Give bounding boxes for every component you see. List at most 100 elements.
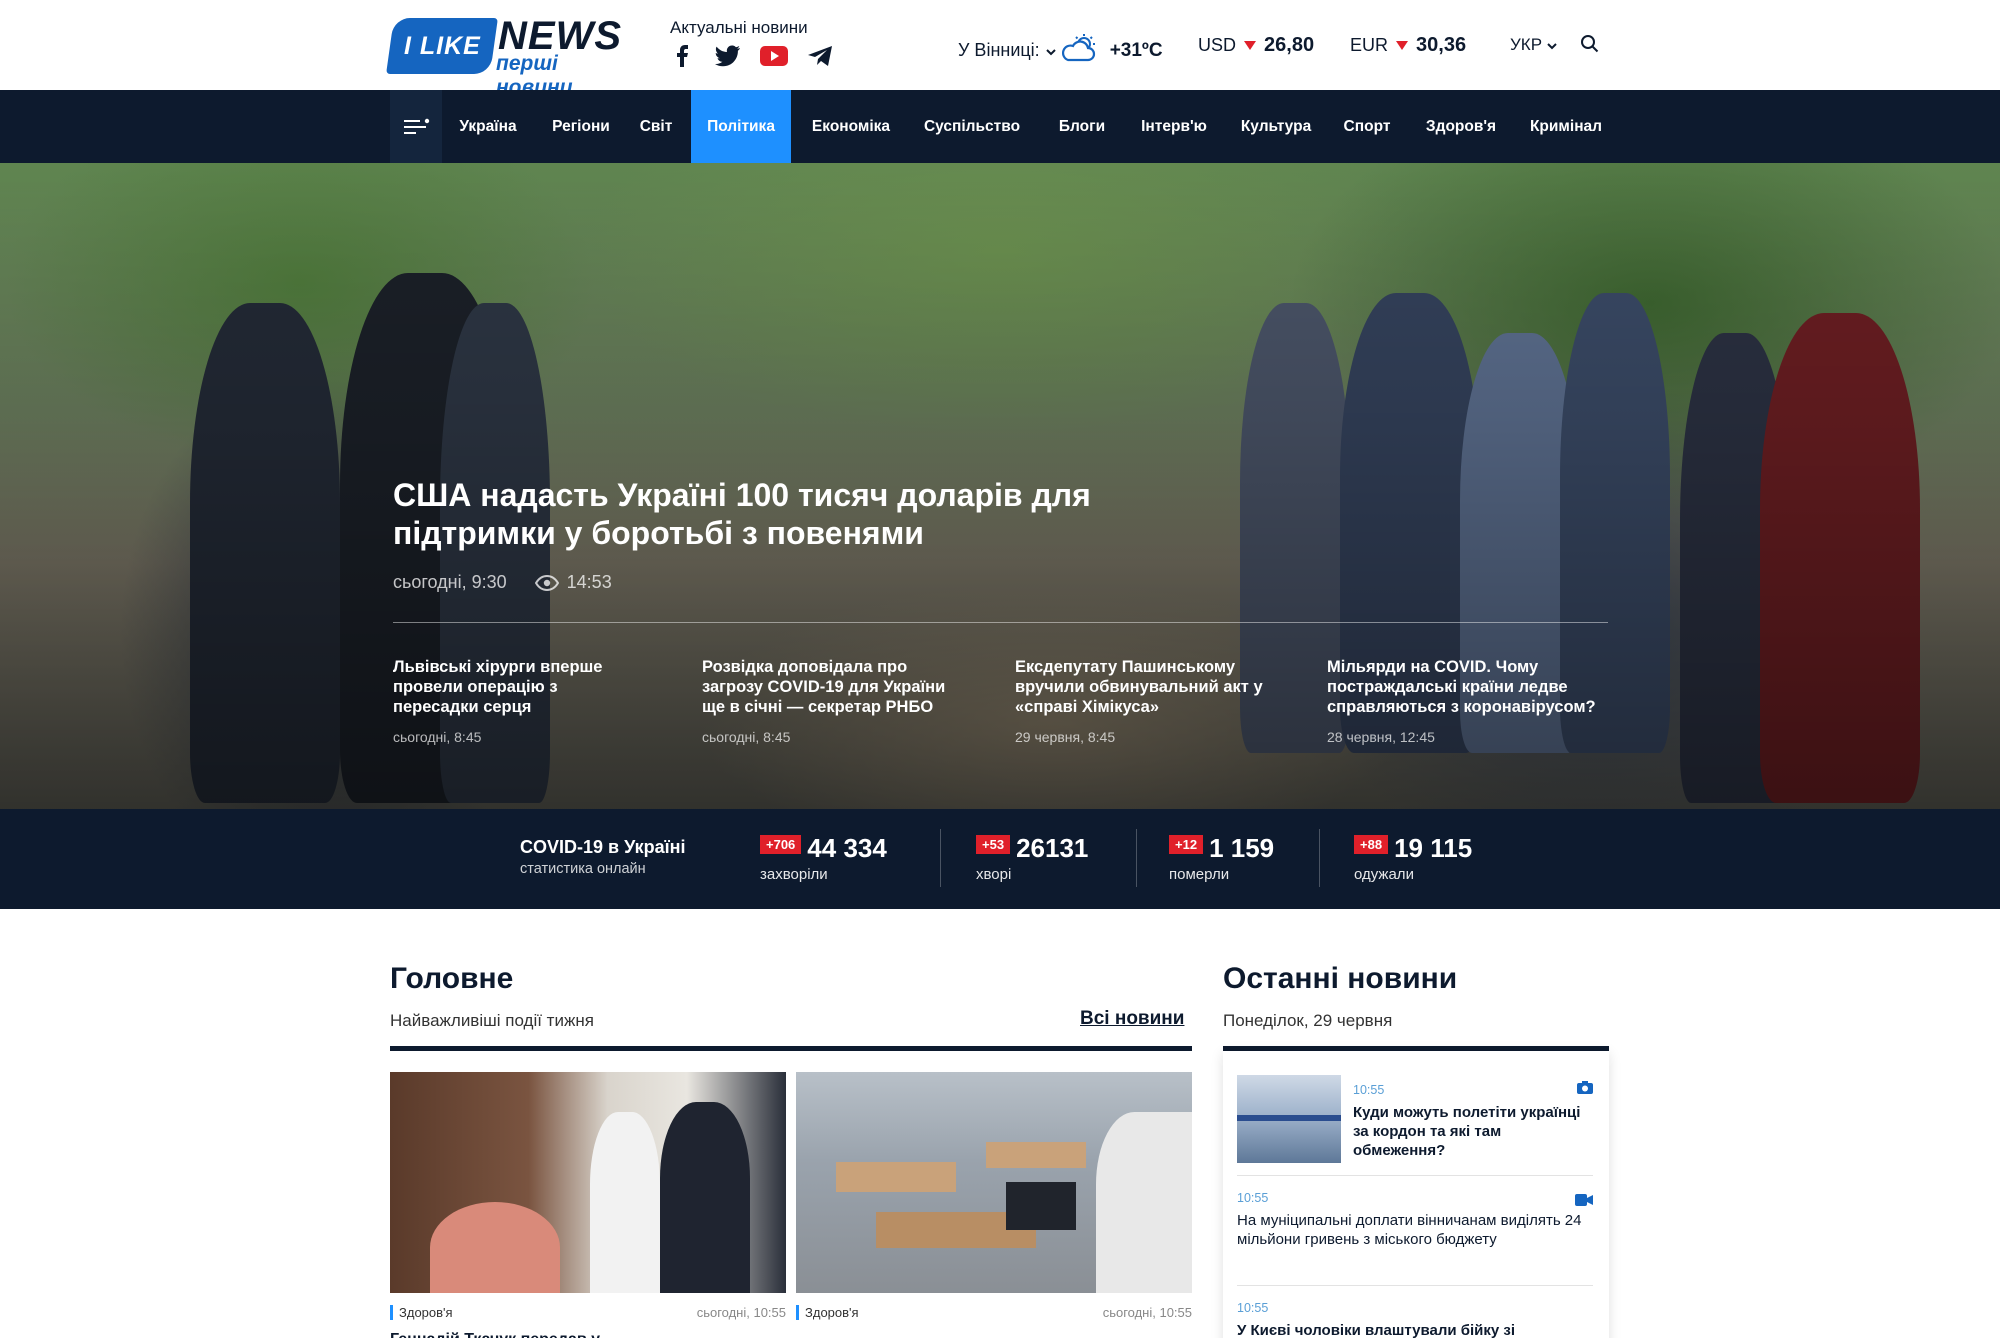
- divider: [1136, 829, 1137, 887]
- nav-item-blogs[interactable]: Блоги: [1052, 90, 1112, 163]
- nav-item-economy[interactable]: Економіка: [806, 90, 896, 163]
- currency-value: 30,36: [1416, 34, 1467, 56]
- covid-stat-sick: +53 26131 хворі: [976, 833, 1088, 883]
- language-label: УКР: [1510, 35, 1543, 54]
- city-label: У Вінниці:: [958, 40, 1040, 60]
- chevron-down-icon: [1547, 43, 1557, 50]
- search-icon[interactable]: [1580, 34, 1600, 59]
- latest-news-item[interactable]: 10:55 У Києві чоловіки влаштували бійку …: [1237, 1301, 1593, 1338]
- stat-label: захворіли: [760, 866, 828, 883]
- currency-usd: USD 26,80: [1198, 34, 1314, 57]
- hero-date: сьогодні, 9:30: [393, 572, 507, 592]
- sub-news-item[interactable]: Мільярди на COVID. Чому постраждалські к…: [1327, 657, 1597, 745]
- latest-news-headline: У Києві чоловіки влаштували бійку зі: [1237, 1322, 1516, 1338]
- nav-item-sport[interactable]: Спорт: [1338, 90, 1396, 163]
- twitter-icon[interactable]: [714, 44, 742, 68]
- nav-item-culture[interactable]: Культура: [1236, 90, 1316, 163]
- currency-eur: EUR 30,36: [1350, 34, 1466, 57]
- latest-news-time: 10:55: [1237, 1191, 1269, 1205]
- nav-item-regions[interactable]: Регіони: [544, 90, 618, 163]
- news-card-date: сьогодні, 10:55: [1102, 1305, 1192, 1320]
- latest-news-headline: На муніципальні доплати вінничанам виділ…: [1237, 1212, 1582, 1248]
- divider: [1319, 829, 1320, 887]
- down-arrow-icon: [1244, 41, 1257, 50]
- nav-item-society[interactable]: Суспільство: [918, 90, 1026, 163]
- all-news-link[interactable]: Всі новини: [1080, 1008, 1184, 1030]
- eye-icon: [534, 574, 559, 591]
- divider: [940, 829, 941, 887]
- hero-headline[interactable]: США надасть Україні 100 тисяч доларів дл…: [393, 476, 1093, 552]
- news-card-meta: Здоров'я сьогодні, 10:55: [390, 1305, 786, 1320]
- latest-news-time: 10:55: [1353, 1083, 1385, 1097]
- divider: [1237, 1175, 1593, 1176]
- sub-news-title: Розвідка доповідала про загрозу COVID-19…: [702, 658, 946, 716]
- latest-news-title: Останні новини: [1223, 962, 1458, 995]
- sub-news-title: Мільярди на COVID. Чому постраждалські к…: [1327, 658, 1596, 716]
- stat-label: померли: [1169, 866, 1230, 883]
- news-card-title[interactable]: Геннадій Ткачук передав у: [390, 1330, 786, 1338]
- main-nav: Україна Регіони Світ Політика Економіка …: [0, 90, 2000, 163]
- hero-views: 14:53: [534, 572, 612, 593]
- sub-news-date: 29 червня, 8:45: [1015, 729, 1116, 745]
- top-header: I LIKE NEWS перші новини Актуальні новин…: [0, 0, 2000, 99]
- currency-value: 26,80: [1264, 34, 1315, 56]
- news-card-image: [390, 1072, 786, 1293]
- news-card-category[interactable]: Здоров'я: [390, 1305, 453, 1320]
- sub-news-item[interactable]: Ексдепутату Пашинському вручили обвинува…: [1015, 657, 1275, 745]
- latest-news-date: Понеділок, 29 червня: [1223, 1011, 1393, 1030]
- currency-code: USD: [1198, 35, 1237, 55]
- sub-news-title: Львівські хірурги вперше провели операці…: [393, 658, 603, 716]
- stat-label: одужали: [1354, 866, 1414, 883]
- language-selector[interactable]: УКР: [1510, 35, 1557, 55]
- nav-item-interviews[interactable]: Інтерв'ю: [1134, 90, 1214, 163]
- views-count: 14:53: [566, 572, 612, 592]
- weather-widget[interactable]: У Вінниці: +31ºC: [958, 34, 1163, 67]
- latest-news-thumbnail[interactable]: [1237, 1075, 1341, 1163]
- stat-value: 19 115: [1394, 833, 1473, 863]
- nav-item-health[interactable]: Здоров'я: [1418, 90, 1504, 163]
- latest-news-item[interactable]: 10:55 Куди можуть полетіти українці за к…: [1353, 1083, 1593, 1160]
- site-logo[interactable]: I LIKE NEWS перші новини: [386, 14, 626, 99]
- nav-item-crime[interactable]: Кримінал: [1524, 90, 1608, 163]
- stat-delta: +12: [1169, 835, 1204, 854]
- hero-meta: сьогодні, 9:30 14:53: [393, 572, 612, 593]
- news-card[interactable]: Здоров'я сьогодні, 10:55 Геннадій Ткачук…: [390, 1072, 786, 1338]
- stat-value: 44 334: [807, 833, 887, 863]
- covid-title: COVID-19 в Україні: [520, 837, 686, 857]
- cloudy-sun-icon: [1061, 34, 1098, 67]
- latest-news-headline: Куди можуть полетіти українці за кордон …: [1353, 1104, 1581, 1159]
- telegram-icon[interactable]: [806, 44, 834, 68]
- stat-label: хворі: [976, 866, 1012, 883]
- facebook-icon[interactable]: [668, 44, 696, 68]
- stat-delta: +706: [760, 835, 802, 854]
- sub-news-date: 28 червня, 12:45: [1327, 729, 1435, 745]
- news-card[interactable]: Здоров'я сьогодні, 10:55: [796, 1072, 1192, 1330]
- sub-news-item[interactable]: Львівські хірурги вперше провели операці…: [393, 657, 643, 745]
- stat-delta: +88: [1354, 835, 1389, 854]
- menu-icon[interactable]: [390, 90, 442, 163]
- youtube-icon[interactable]: [760, 44, 788, 68]
- covid-stats-bar[interactable]: COVID-19 в Україні статистика онлайн +70…: [0, 809, 2000, 909]
- divider: [393, 622, 1608, 623]
- news-card-category[interactable]: Здоров'я: [796, 1305, 859, 1320]
- latest-news-item[interactable]: 10:55 На муніципальні доплати вінничанам…: [1237, 1191, 1593, 1249]
- stat-delta: +53: [976, 835, 1011, 854]
- covid-stat-died: +12 1 159 померли: [1169, 833, 1274, 883]
- down-arrow-icon: [1396, 41, 1409, 50]
- chevron-down-icon: [1045, 40, 1056, 61]
- news-card-meta: Здоров'я сьогодні, 10:55: [796, 1305, 1192, 1320]
- nav-item-politics[interactable]: Політика: [691, 90, 791, 163]
- divider: [390, 1046, 1192, 1051]
- hero-banner[interactable]: США надасть Україні 100 тисяч доларів дл…: [0, 163, 2000, 809]
- nav-item-ukraine[interactable]: Україна: [452, 90, 524, 163]
- main-section-subtitle: Найважливіші події тижня: [390, 1011, 594, 1030]
- sub-news-item[interactable]: Розвідка доповідала про загрозу COVID-19…: [702, 657, 952, 745]
- sub-news-date: сьогодні, 8:45: [393, 729, 482, 745]
- divider: [1237, 1285, 1593, 1286]
- currency-code: EUR: [1350, 35, 1389, 55]
- nav-item-world[interactable]: Світ: [636, 90, 676, 163]
- camera-icon: [1577, 1081, 1593, 1099]
- latest-news-list: 10:55 Куди можуть полетіти українці за к…: [1223, 1051, 1609, 1338]
- social-links: [668, 44, 834, 68]
- covid-stat-infected: +706 44 334 захворіли: [760, 833, 887, 883]
